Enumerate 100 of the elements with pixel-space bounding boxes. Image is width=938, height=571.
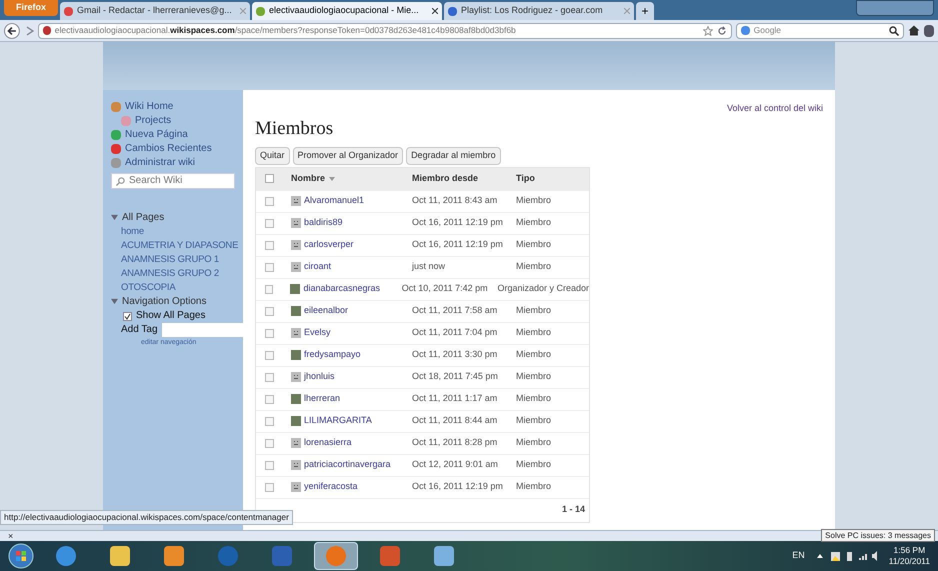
address-bar[interactable]: electivaaudiologiaocupacional.wikispaces.com/space/members?responseToken=0d0378d263e481c4b9808af8bd0d3bf6b xyxy=(38,22,732,38)
reload-icon[interactable] xyxy=(716,26,727,36)
checkbox[interactable] xyxy=(123,312,132,320)
triangle-icon[interactable] xyxy=(111,214,118,221)
member-since-cell-text: Oct 11, 2011 7:04 pm xyxy=(412,326,498,340)
sort-caret-icon[interactable] xyxy=(329,176,336,180)
row-checkbox[interactable] xyxy=(265,218,274,228)
row-checkbox[interactable] xyxy=(265,416,274,426)
member-name-link[interactable]: jhonluis xyxy=(304,370,335,384)
tab-icon xyxy=(448,6,458,16)
avatar-photo-placeholder xyxy=(291,306,301,316)
page-link[interactable]: ACUMETRIA Y DIAPASONE xyxy=(121,240,238,251)
member-since-cell-text: Oct 16, 2011 12:19 pm xyxy=(412,480,504,494)
navigation-options-toggle[interactable]: Navigation Options xyxy=(111,295,243,309)
new-tab-button[interactable]: + xyxy=(636,2,654,20)
search-field[interactable]: Google xyxy=(736,22,904,38)
avatar-photo-placeholder xyxy=(291,350,301,360)
sidebar-link[interactable]: Wiki Home xyxy=(111,100,243,114)
member-name-link[interactable]: yeniferacosta xyxy=(304,480,358,494)
sidebar-link[interactable]: Administrar wiki xyxy=(111,156,243,170)
pagination-range: 1 - 14 xyxy=(562,503,585,516)
member-name-link[interactable]: lorenasierra xyxy=(304,436,352,450)
tab-title: Playlist: Los Rodriguez - goear.com xyxy=(461,4,604,18)
row-checkbox[interactable] xyxy=(265,394,274,404)
default-avatar-icon xyxy=(291,328,301,338)
row-checkbox[interactable] xyxy=(265,482,274,492)
member-since-cell-text: just now xyxy=(412,260,446,274)
tab-icon xyxy=(256,6,266,16)
row-checkbox[interactable] xyxy=(265,350,274,360)
column-header[interactable]: Nombre xyxy=(291,172,326,186)
page-link[interactable]: home xyxy=(121,226,144,237)
start-button-icon[interactable] xyxy=(8,543,34,569)
member-name-link[interactable]: Evelsy xyxy=(304,326,331,340)
clock-date[interactable]: 11/20/2011 xyxy=(888,556,930,567)
show-all-pages-checkbox[interactable]: Show All Pages xyxy=(111,309,243,323)
default-avatar-icon xyxy=(291,240,301,250)
window-controls[interactable] xyxy=(856,0,934,16)
language-indicator[interactable]: EN xyxy=(792,549,805,563)
member-since-cell-text: Oct 10, 2011 7:42 pm xyxy=(402,282,489,296)
member-name-link[interactable]: fredysampayo xyxy=(304,348,361,362)
member-type-cell-text: Miembro xyxy=(516,260,552,274)
member-type-cell-text: Organizador y Creador xyxy=(497,282,589,296)
tab-title: electivaaudiologiaocupacional - Mie... xyxy=(269,4,420,18)
member-type-cell-text: Miembro xyxy=(516,348,552,362)
member-name-link[interactable]: Alvaromanuel1 xyxy=(304,194,364,208)
browser-tab[interactable]: Gmail - Redactar - lherreranieves@g... xyxy=(60,2,250,20)
member-type-cell-text: Miembro xyxy=(516,304,552,318)
sidebar-link[interactable]: Projects xyxy=(111,114,243,128)
search-engine-icon[interactable] xyxy=(740,26,750,35)
row-checkbox[interactable] xyxy=(265,372,274,382)
search-icon[interactable] xyxy=(889,26,900,36)
action-button[interactable]: Degradar al miembro xyxy=(406,146,501,164)
close-find-bar-button[interactable]: × xyxy=(8,532,14,540)
page-title: Miembros xyxy=(255,116,334,140)
close-icon[interactable] xyxy=(432,8,438,14)
member-name-link[interactable]: ciroant xyxy=(304,260,332,274)
action-button[interactable]: Quitar xyxy=(255,146,290,164)
page-link[interactable]: OTOSCOPIA xyxy=(121,282,176,293)
tray-icons[interactable] xyxy=(814,550,879,562)
wiki-search-input[interactable]: Search Wiki xyxy=(129,174,230,188)
tab-title: Gmail - Redactar - lherreranieves@g... xyxy=(77,4,233,18)
row-checkbox[interactable] xyxy=(265,240,274,250)
member-name-link[interactable]: carlosverper xyxy=(304,238,354,252)
clock-time[interactable]: 1:56 PM xyxy=(894,545,926,556)
back-to-wiki-link[interactable]: Volver al control del wiki xyxy=(726,102,823,116)
row-checkbox[interactable] xyxy=(265,196,274,206)
search-input[interactable]: Google xyxy=(754,24,886,37)
wiki-search-field[interactable]: Search Wiki xyxy=(111,173,235,189)
member-name-link[interactable]: eileenalbor xyxy=(304,304,348,318)
row-checkbox[interactable] xyxy=(265,460,274,470)
row-checkbox[interactable] xyxy=(265,438,274,448)
member-type-cell-text: Miembro xyxy=(516,480,552,494)
browser-tab[interactable]: Playlist: Los Rodriguez - goear.com xyxy=(444,2,634,20)
select-all-checkbox[interactable] xyxy=(265,174,274,183)
sidebar-link[interactable]: Nueva Página xyxy=(111,128,243,142)
page-link[interactable]: ANAMNESIS GRUPO 2 xyxy=(121,268,219,279)
action-button[interactable]: Promover al Organizador xyxy=(292,146,404,164)
member-since-cell-text: Oct 16, 2011 12:19 pm xyxy=(412,216,504,230)
member-name-link[interactable]: LILIMARGARITA xyxy=(304,414,372,428)
row-checkbox[interactable] xyxy=(265,306,274,316)
page-link[interactable]: ANAMNESIS GRUPO 1 xyxy=(121,254,219,265)
member-name-link[interactable]: lherreran xyxy=(304,392,340,406)
row-checkbox[interactable] xyxy=(265,328,274,338)
member-since-cell-text: Oct 18, 2011 7:45 pm xyxy=(412,370,499,384)
member-type-cell-text: Miembro xyxy=(516,414,552,428)
all-pages-toggle[interactable]: All Pages xyxy=(111,211,243,225)
star-icon[interactable] xyxy=(702,26,713,36)
member-since-cell-text: Oct 11, 2011 1:17 am xyxy=(412,392,498,406)
add-tag-field[interactable] xyxy=(162,323,244,337)
triangle-icon[interactable] xyxy=(111,298,118,305)
member-since-cell-text: Oct 16, 2011 12:19 pm xyxy=(412,238,504,252)
sidebar-link[interactable]: Cambios Recientes xyxy=(111,142,243,156)
member-since-cell-text: Oct 11, 2011 7:58 am xyxy=(412,304,498,318)
member-name-link[interactable]: patriciacortinavergara xyxy=(304,458,391,472)
member-name-link[interactable]: dianabarcasnegras xyxy=(303,282,380,296)
toolbar-button[interactable] xyxy=(924,24,934,36)
member-name-link[interactable]: baldiris89 xyxy=(304,216,343,230)
browser-tab[interactable]: electivaaudiologiaocupacional - Mie... xyxy=(252,2,442,20)
row-checkbox[interactable] xyxy=(265,284,274,294)
row-checkbox[interactable] xyxy=(265,262,274,272)
